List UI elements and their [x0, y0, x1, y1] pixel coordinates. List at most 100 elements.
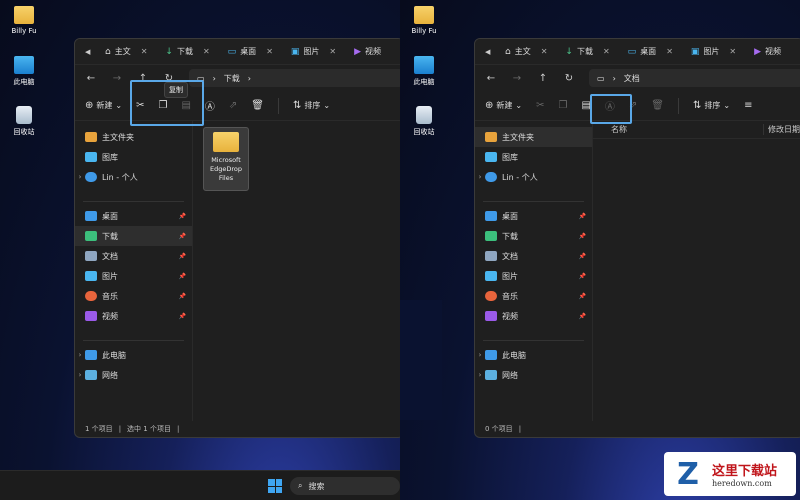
- sidebar-item-downloads[interactable]: 下载 📌: [75, 226, 192, 246]
- close-icon[interactable]: ✕: [141, 47, 148, 56]
- column-header-name[interactable]: 名称: [593, 124, 763, 135]
- monitor-icon: [414, 56, 434, 74]
- copy-button[interactable]: ❐: [558, 100, 567, 111]
- sidebar-item-gallery[interactable]: 图库: [75, 147, 192, 167]
- new-button[interactable]: ⊕ 新建 ⌄: [485, 100, 522, 111]
- cut-button[interactable]: ✂: [536, 100, 544, 111]
- tab-pictures[interactable]: ▣ 图片 ✕: [285, 43, 342, 61]
- desktop-icon-user-folder[interactable]: Billy Fu: [406, 6, 442, 35]
- share-button[interactable]: ⇗: [229, 100, 237, 111]
- sidebar-item-onedrive[interactable]: › Lin - 个人: [75, 167, 192, 187]
- chevron-right-icon[interactable]: ›: [475, 371, 485, 379]
- chevron-right-icon[interactable]: ›: [475, 173, 485, 181]
- z-logo-icon: Z: [677, 456, 699, 492]
- desktop-icon-user-folder[interactable]: Billy Fu: [6, 6, 42, 35]
- sidebar-item-desktop[interactable]: 桌面 📌: [75, 206, 192, 226]
- tab-bar: ◀ ⌂ 主文 ✕ ↓ 下载 ✕ ▭ 桌面 ✕ ▣ 图片 ✕ ▶ 视频: [75, 39, 400, 65]
- new-button[interactable]: ⊕ 新建 ⌄: [85, 100, 122, 111]
- close-icon[interactable]: ✕: [666, 47, 673, 56]
- right-screenshot: Billy Fu 此电脑 回收站 ◀ ⌂ 主文 ✕ ↓ 下载 ✕ ▭ 桌面 ✕ ▣ 图片 ✕ ▶…: [400, 0, 800, 500]
- sidebar-item-documents[interactable]: 文档 📌: [75, 246, 192, 266]
- sidebar-item-onedrive[interactable]: › Lin - 个人: [475, 167, 592, 187]
- desktop-icon-this-pc[interactable]: 此电脑: [406, 56, 442, 87]
- close-icon[interactable]: ✕: [266, 47, 273, 56]
- tab-scroll-left-icon[interactable]: ◀: [85, 48, 93, 56]
- close-icon[interactable]: ✕: [603, 47, 610, 56]
- delete-button[interactable]: 🗑: [651, 100, 664, 111]
- sidebar-item-network[interactable]: › 网络: [75, 365, 192, 385]
- view-button[interactable]: ≡: [744, 100, 752, 111]
- sidebar-item-pictures[interactable]: 图片 📌: [475, 266, 592, 286]
- rename-button[interactable]: Ⓐ: [205, 98, 215, 113]
- address-bar[interactable]: ▭ › 下载 ›: [189, 69, 400, 87]
- forward-arrow-icon[interactable]: →: [511, 73, 523, 84]
- sort-icon: ⇅: [693, 100, 702, 111]
- chevron-right-icon[interactable]: ›: [75, 371, 85, 379]
- back-arrow-icon[interactable]: ←: [485, 73, 497, 84]
- close-icon[interactable]: ✕: [541, 47, 548, 56]
- desktop-icon-recycle-bin[interactable]: 回收站: [6, 106, 42, 137]
- file-item-folder[interactable]: Microsoft EdgeDrop Files: [203, 127, 249, 191]
- sidebar-item-network[interactable]: › 网络: [475, 365, 592, 385]
- taskbar: ⌕ 搜索: [0, 470, 400, 500]
- address-bar[interactable]: ▭ › 文档: [589, 69, 800, 87]
- chevron-right-icon[interactable]: ›: [475, 351, 485, 359]
- file-list: Microsoft EdgeDrop Files: [193, 121, 400, 421]
- breadcrumb-current[interactable]: 文档: [624, 73, 640, 84]
- close-icon[interactable]: ✕: [729, 47, 736, 56]
- sidebar-item-this-pc[interactable]: › 此电脑: [75, 345, 192, 365]
- tab-home[interactable]: ⌂ 主文 ✕: [99, 43, 153, 61]
- tab-desktop[interactable]: ▭ 桌面 ✕: [622, 43, 679, 61]
- chevron-right-icon[interactable]: ›: [75, 351, 85, 359]
- tab-scroll-left-icon[interactable]: ◀: [485, 48, 493, 56]
- close-icon[interactable]: ✕: [329, 47, 336, 56]
- desktop-icon: ▭: [627, 46, 637, 57]
- forward-arrow-icon[interactable]: →: [111, 73, 123, 84]
- windows-start-icon[interactable]: [268, 479, 282, 493]
- tab-videos[interactable]: ▶ 视频: [748, 43, 787, 61]
- back-arrow-icon[interactable]: ←: [85, 73, 97, 84]
- sidebar-item-desktop[interactable]: 桌面 📌: [475, 206, 592, 226]
- trash-icon: 🗑: [651, 100, 664, 111]
- sidebar-item-gallery[interactable]: 图库: [475, 147, 592, 167]
- sidebar-item-home[interactable]: 主文件夹: [75, 127, 192, 147]
- tab-desktop[interactable]: ▭ 桌面 ✕: [222, 43, 279, 61]
- refresh-icon[interactable]: ↻: [563, 73, 575, 84]
- sort-button[interactable]: ⇅ 排序 ⌄: [293, 100, 330, 111]
- tab-pictures[interactable]: ▣ 图片 ✕: [685, 43, 742, 61]
- sidebar-item-downloads[interactable]: 下载 📌: [475, 226, 592, 246]
- sidebar-item-this-pc[interactable]: › 此电脑: [475, 345, 592, 365]
- document-icon: [485, 251, 497, 261]
- tab-videos[interactable]: ▶ 视频: [348, 43, 387, 61]
- breadcrumb-current[interactable]: 下载: [224, 73, 240, 84]
- delete-button[interactable]: 🗑: [251, 100, 264, 111]
- picture-icon: [85, 271, 97, 281]
- pin-icon: 📌: [178, 312, 186, 320]
- pin-icon: 📌: [578, 292, 586, 300]
- chevron-down-icon: ⌄: [515, 101, 523, 110]
- close-icon[interactable]: ✕: [203, 47, 210, 56]
- explorer-body: 主文件夹 图库 › Lin - 个人 桌面 📌 下载 📌 文档 📌 图片 📌 音乐 📌 视频…: [475, 121, 800, 421]
- tab-home[interactable]: ⌂ 主文 ✕: [499, 43, 553, 61]
- sidebar-item-music[interactable]: 音乐 📌: [475, 286, 592, 306]
- sidebar-item-music[interactable]: 音乐 📌: [75, 286, 192, 306]
- video-icon: [85, 311, 97, 321]
- tab-downloads[interactable]: ↓ 下载 ✕: [559, 43, 615, 61]
- monitor-icon: [85, 350, 97, 360]
- desktop-icon-this-pc[interactable]: 此电脑: [6, 56, 42, 87]
- sidebar-item-videos[interactable]: 视频 📌: [75, 306, 192, 326]
- tab-downloads[interactable]: ↓ 下载 ✕: [159, 43, 215, 61]
- download-icon: ↓: [165, 46, 173, 57]
- pin-icon: 📌: [178, 292, 186, 300]
- desktop-icon-recycle-bin[interactable]: 回收站: [406, 106, 442, 137]
- taskbar-search[interactable]: ⌕ 搜索: [290, 477, 400, 495]
- sidebar-item-documents[interactable]: 文档 📌: [475, 246, 592, 266]
- sidebar-item-pictures[interactable]: 图片 📌: [75, 266, 192, 286]
- up-arrow-icon[interactable]: ↑: [537, 73, 549, 84]
- column-header-modified[interactable]: 修改日期: [763, 124, 800, 135]
- sidebar-item-videos[interactable]: 视频 📌: [475, 306, 592, 326]
- chevron-right-icon[interactable]: ›: [75, 173, 85, 181]
- sidebar-item-home[interactable]: 主文件夹: [475, 127, 592, 147]
- pin-icon: 📌: [178, 272, 186, 280]
- sort-button[interactable]: ⇅ 排序 ⌄: [693, 100, 730, 111]
